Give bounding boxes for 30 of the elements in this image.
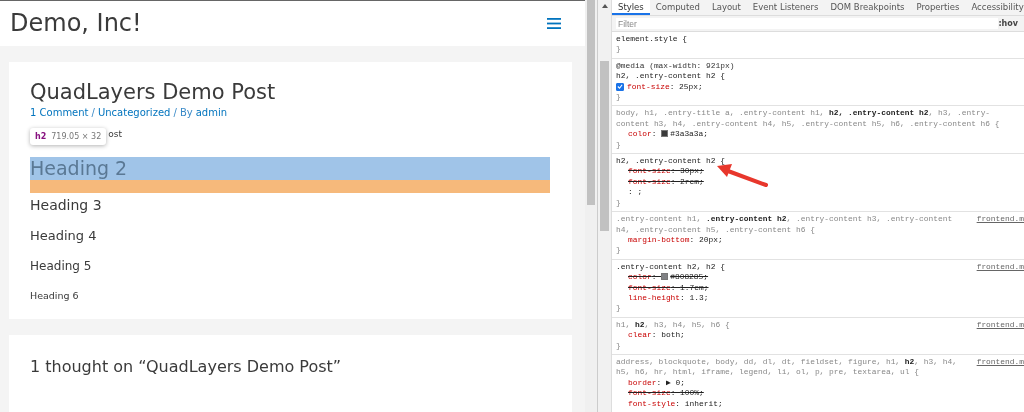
highlighted-heading: Heading 2 [30,156,550,193]
filter-field[interactable]: Filter [616,18,999,29]
heading: Heading 6 [30,289,80,301]
meta-separator: / By [173,106,193,118]
devtools-tab[interactable]: Properties [910,0,966,15]
heading: Heading 4 [30,227,98,243]
scrollbar[interactable] [585,0,598,412]
tooltip-size: 719.05 × 32 [51,131,102,141]
heading: Heading 5 [30,258,93,273]
menu-icon[interactable] [547,17,561,29]
devtools-tab[interactable]: Event Listeners [746,0,825,15]
panel-scrollbar[interactable] [598,0,611,412]
meta-link[interactable]: Uncategorized [97,106,171,118]
devtools-tab[interactable]: Styles [612,0,650,15]
paragraph-text: ost [108,128,122,139]
comments-title: 1 thought on “QuadLayers Demo Post” [30,357,343,377]
scroll-up-icon[interactable] [601,4,608,8]
devtools-tab[interactable]: Accessibility [965,0,1024,15]
tooltip-tag: h2 [35,131,47,141]
site-title[interactable]: Demo, Inc! [10,9,142,38]
heading: Heading 3 [30,196,103,213]
devtools-tab[interactable]: DOM Breakpoints [824,0,911,15]
meta-link[interactable]: admin [195,106,228,118]
devtools-tab[interactable]: Computed [649,0,706,15]
devtools-tab[interactable]: Layout [705,0,747,15]
meta-link[interactable]: 1 Comment [30,106,89,118]
declaration-checkbox[interactable] [616,82,624,91]
meta-separator: / [91,106,95,118]
hov-toggle[interactable]: :hov [998,19,1020,28]
post-title: QuadLayers Demo Post [30,79,277,104]
